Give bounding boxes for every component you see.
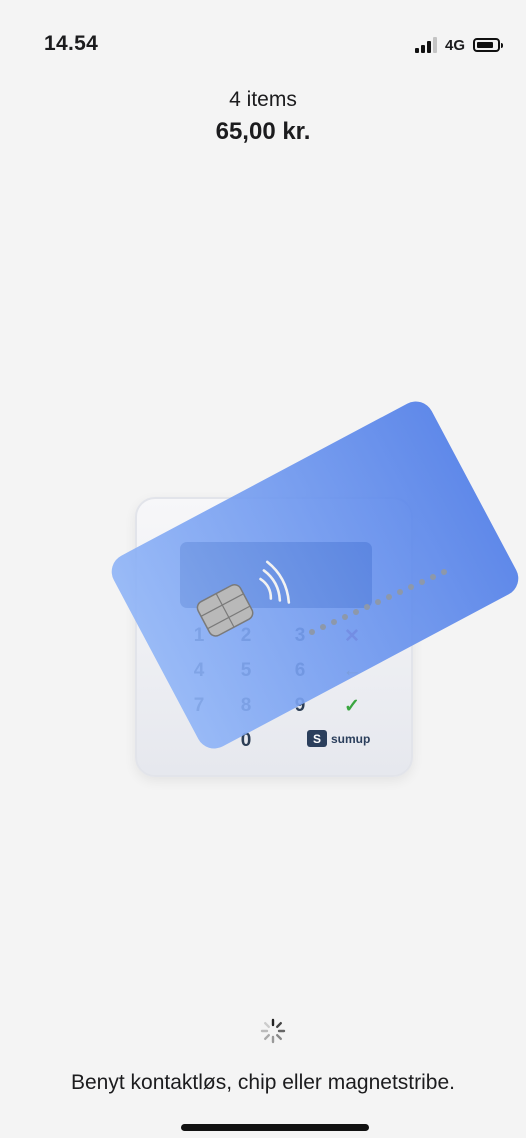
card-reader-illustration: 1 2 3 ✕ 4 5 6 ← 7 8 9 ✓ 0 S sumup	[0, 400, 526, 800]
payment-card-icon	[111, 401, 519, 749]
spinner-icon	[260, 1018, 286, 1044]
payment-summary: 4 items 65,00 kr.	[0, 88, 526, 146]
payment-instruction: Benyt kontaktløs, chip eller magnetstrib…	[70, 1071, 455, 1094]
cellular-signal-icon	[414, 37, 437, 53]
item-count: 4 items	[229, 88, 297, 111]
battery-icon	[473, 38, 503, 52]
status-bar: 14.54 4G	[0, 0, 526, 90]
status-time: 14.54	[44, 32, 99, 55]
network-type: 4G	[444, 36, 465, 54]
total-amount: 65,00 kr.	[215, 118, 311, 145]
status-indicators: 4G	[414, 34, 503, 56]
home-indicator[interactable]	[181, 1124, 369, 1131]
